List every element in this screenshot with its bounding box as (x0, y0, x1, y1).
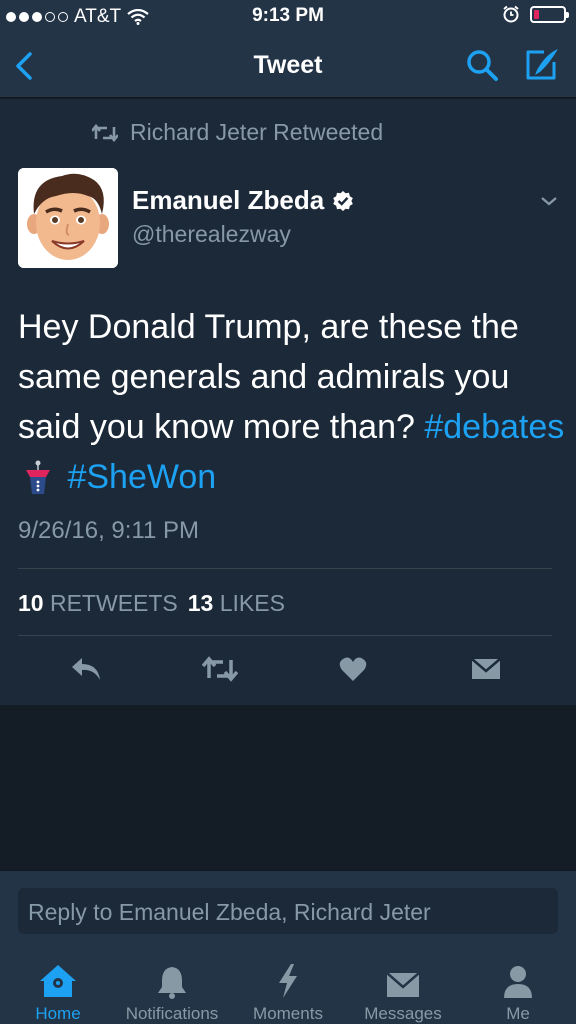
bell-icon (152, 960, 192, 999)
retweet-icon (92, 123, 118, 142)
compose-icon (526, 49, 558, 80)
tweet-actions (0, 649, 576, 689)
tab-bar: Home Notifications Moments Messages Me (0, 936, 576, 1024)
person-icon (498, 960, 538, 999)
tweet-timestamp: 9/26/16, 9:11 PM (18, 517, 200, 544)
retweets-stat[interactable]: 10 RETWEETS (18, 590, 178, 617)
lightning-icon (268, 960, 308, 999)
nav-bar: Tweet (0, 32, 576, 98)
reply-icon (72, 658, 100, 680)
tab-moments-label: Moments (253, 1004, 323, 1023)
heart-icon (339, 657, 367, 681)
likes-label: LIKES (219, 590, 285, 616)
tab-messages[interactable]: Messages (356, 936, 450, 1024)
reply-bar: Reply to Emanuel Zbeda, Richard Jeter (0, 870, 576, 936)
likes-stat[interactable]: 13 LIKES (188, 590, 285, 617)
tweet-text: Hey Donald Trump, are these the same gen… (18, 302, 566, 502)
divider (18, 568, 552, 569)
tab-home-label: Home (35, 1004, 81, 1023)
retweeted-by-line: Richard Jeter Retweeted (92, 119, 383, 146)
envelope-icon (383, 960, 423, 999)
compose-tweet-button[interactable] (522, 46, 562, 84)
tab-notifications[interactable]: Notifications (112, 936, 232, 1024)
retweeted-by-label: Richard Jeter Retweeted (130, 119, 384, 145)
tab-messages-label: Messages (364, 1004, 442, 1023)
status-time: 9:13 PM (252, 5, 324, 26)
verified-badge-icon (333, 190, 353, 211)
debate-podium-emoji-icon (24, 460, 52, 496)
envelope-icon (471, 658, 501, 679)
battery-icon (530, 5, 569, 23)
tab-moments[interactable]: Moments (240, 936, 336, 1024)
likes-count: 13 (187, 590, 214, 616)
status-right (502, 5, 569, 23)
tab-me[interactable]: Me (488, 936, 548, 1024)
direct-message-button[interactable] (466, 649, 506, 689)
retweets-count: 10 (18, 590, 44, 616)
chevron-down-icon (541, 197, 557, 206)
hashtag-shewon[interactable]: #SheWon (67, 458, 216, 496)
tab-me-label: Me (506, 1004, 530, 1023)
author-handle[interactable]: @therealezway (132, 221, 291, 248)
retweets-label: RETWEETS (49, 590, 178, 616)
search-button[interactable] (464, 48, 504, 84)
retweet-button[interactable] (200, 649, 240, 689)
author-name-row: Emanuel Zbeda (132, 185, 354, 216)
alarm-clock-icon (503, 5, 519, 23)
avatar[interactable] (18, 168, 118, 268)
tab-notifications-label: Notifications (125, 1004, 219, 1023)
reply-button[interactable] (66, 649, 106, 689)
home-icon (38, 960, 78, 999)
engagement-stats: 10 RETWEETS 13 LIKES (18, 590, 285, 617)
tweet-options-button[interactable] (538, 193, 560, 209)
reply-input[interactable]: Reply to Emanuel Zbeda, Richard Jeter (18, 888, 558, 934)
memoji-avatar-image (18, 168, 118, 268)
tab-home[interactable]: Home (18, 936, 98, 1024)
divider (18, 635, 552, 636)
author-display-name[interactable]: Emanuel Zbeda (132, 185, 324, 216)
retweet-icon (202, 656, 238, 682)
like-button[interactable] (333, 649, 373, 689)
search-icon (467, 50, 498, 81)
hashtag-debates[interactable]: #debates (424, 408, 564, 446)
tweet-detail: Richard Jeter Retweeted Emanuel Zbeda @t… (0, 99, 576, 705)
status-bar: AT&T 9:13 PM (0, 0, 576, 32)
